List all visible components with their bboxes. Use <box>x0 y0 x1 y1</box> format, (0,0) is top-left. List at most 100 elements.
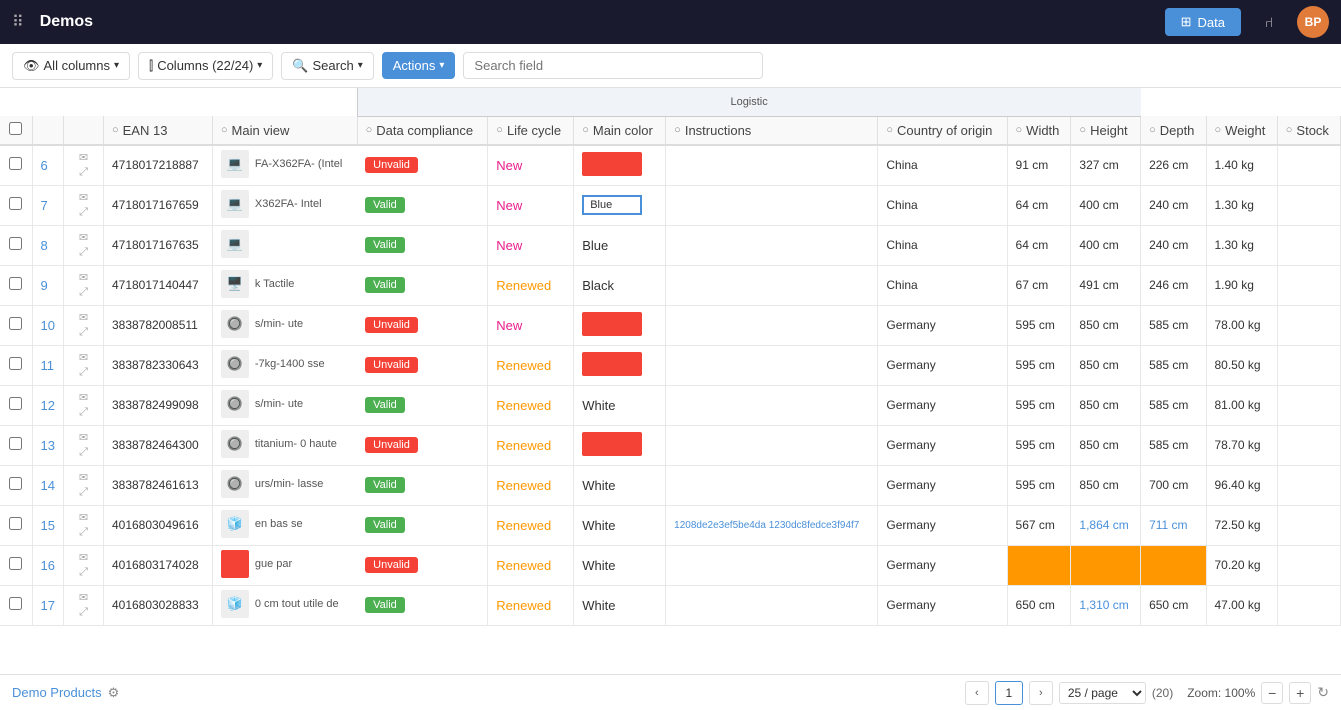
row-checkbox[interactable] <box>9 437 22 450</box>
bottom-tab[interactable]: Demo Products ⚙ <box>12 685 965 701</box>
row-checkbox[interactable] <box>9 357 22 370</box>
row-number[interactable]: 13 <box>32 425 63 465</box>
mail-icon[interactable]: ✉ <box>79 351 88 364</box>
col-header-weight[interactable]: ○ Weight <box>1206 116 1277 145</box>
row-checkbox[interactable] <box>9 317 22 330</box>
expand-icon[interactable]: ⤢ <box>79 166 88 179</box>
row-checkbox-cell[interactable] <box>0 505 32 545</box>
col-header-main-color[interactable]: ○ Main color <box>574 116 666 145</box>
depth-cell: 585 cm <box>1141 345 1206 385</box>
expand-icon[interactable]: ⤢ <box>79 486 88 499</box>
mail-icon[interactable]: ✉ <box>79 391 88 404</box>
row-number[interactable]: 16 <box>32 545 63 585</box>
table-container[interactable]: Logistic ○ EAN 13 ○ Ma <box>0 88 1341 674</box>
zoom-out-button[interactable]: − <box>1261 682 1283 704</box>
settings-icon[interactable]: ⚙ <box>108 685 120 701</box>
color-value[interactable]: Blue <box>582 195 642 215</box>
row-number[interactable]: 17 <box>32 585 63 625</box>
weight-cell: 80.50 kg <box>1206 345 1277 385</box>
row-number[interactable]: 15 <box>32 505 63 545</box>
ean-cell: 4718017167659 <box>103 185 212 225</box>
row-checkbox[interactable] <box>9 237 22 250</box>
next-page-button[interactable]: › <box>1029 681 1053 705</box>
mail-icon[interactable]: ✉ <box>79 191 88 204</box>
row-checkbox-cell[interactable] <box>0 145 32 185</box>
expand-icon[interactable]: ⤢ <box>79 206 88 219</box>
col-header-main-view[interactable]: ○ Main view <box>212 116 357 145</box>
row-number[interactable]: 6 <box>32 145 63 185</box>
mail-icon[interactable]: ✉ <box>79 151 88 164</box>
row-checkbox[interactable] <box>9 557 22 570</box>
row-checkbox[interactable] <box>9 277 22 290</box>
row-number[interactable]: 9 <box>32 265 63 305</box>
prev-page-button[interactable]: ‹ <box>965 681 989 705</box>
per-page-select[interactable]: 25 / page 50 / page 100 / page <box>1059 682 1146 704</box>
row-number[interactable]: 10 <box>32 305 63 345</box>
expand-icon[interactable]: ⤢ <box>79 326 88 339</box>
mail-icon[interactable]: ✉ <box>79 431 88 444</box>
row-checkbox-cell[interactable] <box>0 385 32 425</box>
select-all-header[interactable] <box>0 116 32 145</box>
expand-icon[interactable]: ⤢ <box>79 406 88 419</box>
zoom-in-button[interactable]: + <box>1289 682 1311 704</box>
mail-icon[interactable]: ✉ <box>79 311 88 324</box>
row-checkbox-cell[interactable] <box>0 265 32 305</box>
col-header-width[interactable]: ○ Width <box>1007 116 1071 145</box>
expand-icon[interactable]: ⤢ <box>79 566 88 579</box>
mail-icon[interactable]: ✉ <box>79 551 88 564</box>
col-header-country[interactable]: ○ Country of origin <box>878 116 1007 145</box>
row-number[interactable]: 11 <box>32 345 63 385</box>
row-number[interactable]: 8 <box>32 225 63 265</box>
select-all-checkbox[interactable] <box>9 122 22 135</box>
instructions-link[interactable]: 1208de2e3ef5be4da 1230dc8fedce3f94f7 <box>674 520 859 531</box>
row-checkbox-cell[interactable] <box>0 225 32 265</box>
columns-button[interactable]: ⫿ Columns (22/24) ▾ <box>138 52 273 80</box>
refresh-icon[interactable]: ↻ <box>1317 684 1329 701</box>
row-number[interactable]: 14 <box>32 465 63 505</box>
row-checkbox-cell[interactable] <box>0 425 32 465</box>
expand-icon[interactable]: ⤢ <box>79 286 88 299</box>
row-checkbox-cell[interactable] <box>0 545 32 585</box>
mail-icon[interactable]: ✉ <box>79 511 88 524</box>
row-checkbox[interactable] <box>9 197 22 210</box>
all-columns-button[interactable]: 👁 All columns ▾ <box>12 52 130 80</box>
mail-icon[interactable]: ✉ <box>79 471 88 484</box>
col-header-ean13[interactable]: ○ EAN 13 <box>103 116 212 145</box>
status-badge: Unvalid <box>365 557 418 573</box>
col-header-depth[interactable]: ○ Depth <box>1141 116 1206 145</box>
share-icon[interactable]: ⑁ <box>1253 6 1285 38</box>
col-header-data-compliance[interactable]: ○ Data compliance <box>357 116 488 145</box>
expand-icon[interactable]: ⤢ <box>79 246 88 259</box>
lifecycle-cell: New <box>488 145 574 185</box>
row-checkbox-cell[interactable] <box>0 585 32 625</box>
row-checkbox[interactable] <box>9 397 22 410</box>
row-checkbox-cell[interactable] <box>0 465 32 505</box>
current-page[interactable]: 1 <box>995 681 1023 705</box>
row-checkbox-cell[interactable] <box>0 345 32 385</box>
row-checkbox[interactable] <box>9 477 22 490</box>
data-tab[interactable]: ⊞ Data <box>1165 8 1241 36</box>
expand-icon[interactable]: ⤢ <box>79 366 88 379</box>
expand-icon[interactable]: ⤢ <box>79 606 88 619</box>
row-checkbox-cell[interactable] <box>0 185 32 225</box>
col-header-lifecycle[interactable]: ○ Life cycle <box>488 116 574 145</box>
mail-icon[interactable]: ✉ <box>79 231 88 244</box>
col-header-instructions[interactable]: ○ Instructions <box>666 116 878 145</box>
row-number[interactable]: 12 <box>32 385 63 425</box>
row-checkbox[interactable] <box>9 157 22 170</box>
col-header-height[interactable]: ○ Height <box>1071 116 1141 145</box>
expand-icon[interactable]: ⤢ <box>79 526 88 539</box>
search-button[interactable]: 🔍 Search ▾ <box>281 52 373 80</box>
col-header-stock[interactable]: ○ Stock <box>1277 116 1340 145</box>
row-checkbox[interactable] <box>9 517 22 530</box>
compliance-cell: Valid <box>357 185 488 225</box>
actions-button[interactable]: Actions ▾ <box>382 52 456 79</box>
search-input[interactable] <box>463 52 763 79</box>
row-checkbox[interactable] <box>9 597 22 610</box>
expand-icon[interactable]: ⤢ <box>79 446 88 459</box>
mail-icon[interactable]: ✉ <box>79 591 88 604</box>
user-avatar[interactable]: BP <box>1297 6 1329 38</box>
row-checkbox-cell[interactable] <box>0 305 32 345</box>
row-number[interactable]: 7 <box>32 185 63 225</box>
mail-icon[interactable]: ✉ <box>79 271 88 284</box>
